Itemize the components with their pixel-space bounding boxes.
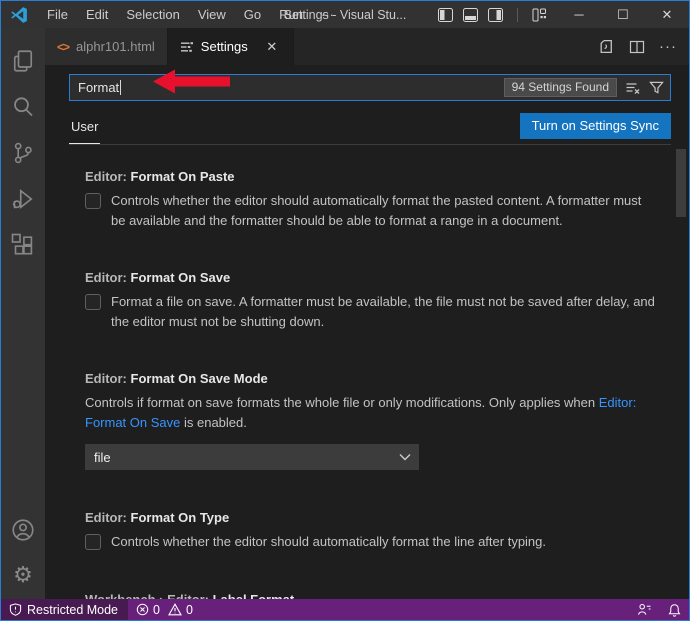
error-count: 0: [153, 602, 160, 617]
menu-view[interactable]: View: [189, 3, 235, 26]
dropdown-value: file: [94, 449, 111, 465]
manage-gear-icon[interactable]: ⚙: [1, 553, 45, 599]
setting-description: Controls if format on save formats the w…: [85, 395, 637, 430]
problems-indicator[interactable]: 0 0: [128, 599, 201, 620]
settings-list: Editor: Format On Paste Controls whether…: [45, 145, 689, 599]
run-debug-icon[interactable]: [1, 176, 45, 222]
format-on-save-mode-dropdown[interactable]: file: [85, 444, 419, 470]
minimize-button[interactable]: ─: [557, 1, 601, 28]
settings-scope-bar: User Turn on Settings Sync: [45, 101, 689, 145]
toggle-sidebar-icon[interactable]: [438, 7, 453, 22]
filter-funnel-icon[interactable]: [649, 80, 664, 95]
setting-format-on-paste: Editor: Format On Paste Controls whether…: [85, 169, 659, 230]
close-tab-icon[interactable]: ✕: [263, 38, 281, 56]
vscode-logo-icon: [11, 6, 27, 23]
tab-label: Settings: [200, 39, 248, 54]
menu-more[interactable]: ···: [312, 3, 343, 26]
customize-layout-icon[interactable]: [532, 8, 547, 22]
feedback-icon[interactable]: [629, 599, 660, 620]
toggle-panel-icon[interactable]: [463, 7, 478, 22]
results-count-badge: 94 Settings Found: [503, 78, 617, 97]
vscode-window: File Edit Selection View Go Run ··· Sett…: [0, 0, 690, 621]
restricted-mode-badge[interactable]: Restricted Mode: [1, 599, 129, 620]
scope-tab-user[interactable]: User: [69, 115, 101, 144]
setting-format-on-type: Editor: Format On Type Controls whether …: [85, 510, 659, 552]
menu-run[interactable]: Run: [270, 3, 312, 26]
setting-title: Editor: Format On Paste: [85, 169, 235, 184]
tab-bar: <> alphr101.html Settings ✕ ···: [45, 28, 689, 65]
settings-editor: Format 94 Settings Found User Turn on Se…: [45, 65, 689, 599]
tab-settings[interactable]: Settings ✕: [167, 28, 294, 65]
extensions-icon[interactable]: [1, 222, 45, 268]
account-icon[interactable]: [1, 507, 45, 553]
format-on-save-checkbox[interactable]: [85, 294, 101, 310]
toggle-secondary-sidebar-icon[interactable]: [488, 7, 503, 22]
html-code-icon: <>: [57, 39, 70, 54]
tab-alphr101-html[interactable]: <> alphr101.html: [45, 28, 168, 65]
setting-title: Editor: Format On Save: [85, 270, 231, 285]
chevron-down-icon: [399, 453, 411, 461]
format-on-type-checkbox[interactable]: [85, 534, 101, 550]
setting-description: Controls whether the editor should autom…: [111, 534, 547, 549]
menu-go[interactable]: Go: [235, 3, 270, 26]
setting-title: Workbench › Editor: Label Format: [85, 591, 295, 600]
tab-label: alphr101.html: [76, 39, 155, 54]
menu-file[interactable]: File: [38, 3, 77, 26]
setting-label-format: Workbench › Editor: Label Format Control…: [85, 592, 659, 600]
menu-selection[interactable]: Selection: [117, 3, 188, 26]
restricted-mode-label: Restricted Mode: [27, 602, 119, 617]
source-control-icon[interactable]: [1, 130, 45, 176]
settings-editor-icon: [180, 41, 193, 52]
setting-title: Editor: Format On Type: [85, 510, 230, 525]
title-bar: File Edit Selection View Go Run ··· Sett…: [1, 1, 689, 28]
setting-description: Format a file on save. A formatter must …: [111, 294, 655, 329]
split-editor-icon[interactable]: [629, 39, 645, 55]
error-icon: [136, 603, 149, 616]
activity-bar: ⚙: [1, 28, 45, 599]
clear-search-icon[interactable]: [625, 80, 641, 96]
menu-edit[interactable]: Edit: [77, 3, 117, 26]
search-icon[interactable]: [1, 84, 45, 130]
notifications-bell-icon[interactable]: [660, 599, 689, 620]
warning-count: 0: [185, 602, 193, 617]
vertical-scrollbar[interactable]: [676, 149, 686, 217]
explorer-icon[interactable]: [1, 38, 45, 84]
more-actions-icon[interactable]: ···: [659, 38, 677, 55]
setting-title: Editor: Format On Save Mode: [85, 371, 268, 386]
turn-on-settings-sync-button[interactable]: Turn on Settings Sync: [519, 113, 671, 139]
status-bar: Restricted Mode 0 0: [1, 599, 689, 620]
maximize-button[interactable]: ☐: [601, 1, 645, 28]
menu-bar: File Edit Selection View Go Run ···: [38, 3, 343, 26]
setting-format-on-save: Editor: Format On Save Format a file on …: [85, 270, 659, 331]
setting-format-on-save-mode: Editor: Format On Save Mode Controls if …: [85, 371, 659, 470]
titlebar-divider: [517, 7, 518, 22]
search-query-text: Format: [78, 80, 120, 95]
format-on-paste-checkbox[interactable]: [85, 193, 101, 209]
red-annotation-arrow: [153, 69, 230, 94]
setting-description: Controls whether the editor should autom…: [111, 193, 642, 228]
open-settings-json-icon[interactable]: [598, 38, 615, 55]
scope-divider: [69, 144, 671, 145]
shield-icon: [9, 603, 22, 616]
warning-icon: [168, 603, 182, 616]
close-window-button[interactable]: ✕: [645, 1, 689, 28]
text-cursor: [120, 80, 122, 95]
